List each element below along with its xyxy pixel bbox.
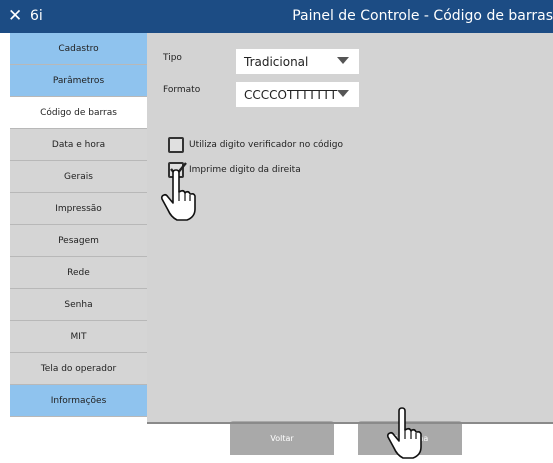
content-panel: Tipo Tradicional Formato CCCCOTTTTTTT Ut… [147, 33, 553, 455]
title-bar: ✕ 6i Painel de Controle - Código de barr… [0, 0, 553, 33]
formato-label: Formato [163, 85, 201, 95]
formato-select-value: CCCCOTTTTTTT [244, 88, 338, 102]
hand-pointer-icon [386, 407, 422, 459]
sidebar-item-senha[interactable]: Senha [10, 289, 147, 321]
sidebar-item-cadastro[interactable]: Cadastro [10, 33, 147, 65]
bottom-divider [147, 422, 553, 424]
dropdown-arrow-icon [337, 57, 349, 64]
imprime-direita-checkbox-label: Imprime digito da direita [189, 165, 301, 175]
verificador-checkbox[interactable] [168, 137, 184, 153]
formato-select[interactable]: CCCCOTTTTTTT [236, 82, 359, 107]
tipo-label: Tipo [163, 53, 182, 63]
sidebar-item-data-e-hora[interactable]: Data e hora [10, 129, 147, 161]
sidebar-item-gerais[interactable]: Gerais [10, 161, 147, 193]
close-icon[interactable]: ✕ [8, 5, 22, 27]
sidebar-item-mit[interactable]: MIT [10, 321, 147, 353]
sidebar-item-informacoes[interactable]: Informações [10, 385, 147, 417]
window-title: Painel de Controle - Código de barras [292, 8, 553, 24]
sidebar-item-codigo-de-barras[interactable]: Código de barras [10, 97, 147, 129]
sidebar: Cadastro Parâmetros Código de barras Dat… [10, 33, 147, 425]
tipo-select[interactable]: Tradicional [236, 49, 359, 74]
sidebar-item-tela-do-operador[interactable]: Tela do operador [10, 353, 147, 385]
tipo-select-value: Tradicional [244, 55, 309, 69]
sidebar-item-parametros[interactable]: Parâmetros [10, 65, 147, 97]
app-name: 6i [30, 8, 43, 24]
sidebar-item-pesagem[interactable]: Pesagem [10, 225, 147, 257]
hand-pointer-icon [160, 169, 196, 221]
sidebar-item-impressao[interactable]: Impressão [10, 193, 147, 225]
verificador-checkbox-label: Utiliza digito verificador no código [189, 140, 343, 150]
sidebar-item-rede[interactable]: Rede [10, 257, 147, 289]
voltar-button[interactable]: Voltar [230, 421, 334, 455]
dropdown-arrow-icon [337, 90, 349, 97]
